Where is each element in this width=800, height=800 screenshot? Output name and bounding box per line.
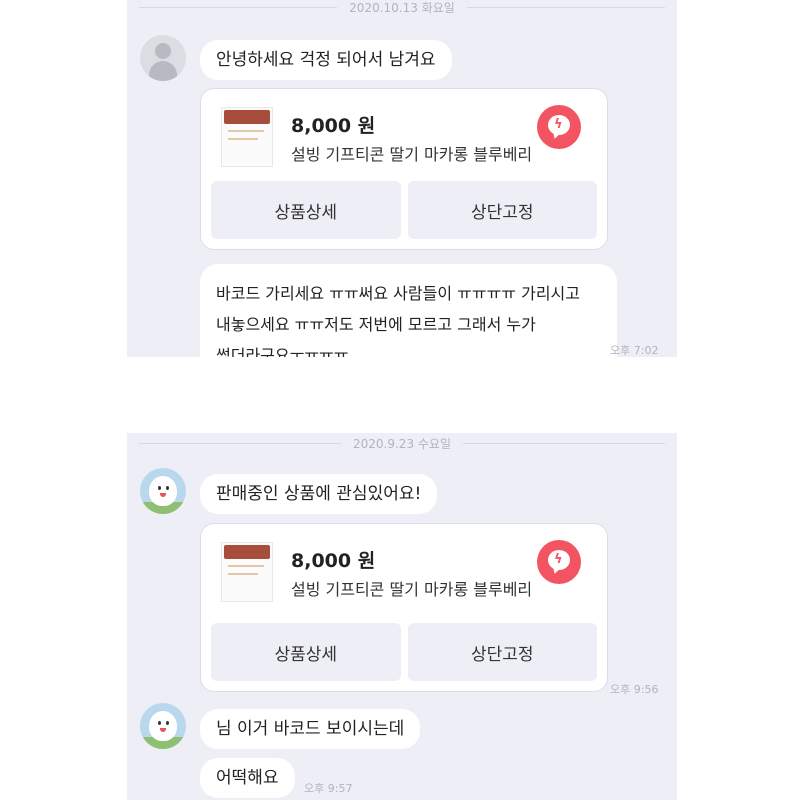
default-avatar-icon[interactable] <box>140 35 186 81</box>
product-thumbnail[interactable] <box>221 542 273 602</box>
date-label: 2020.9.23 수요일 <box>353 436 452 451</box>
character-avatar-icon[interactable] <box>140 703 186 749</box>
product-price: 8,000 원 <box>291 550 376 572</box>
message-bubble: 바코드 가리세요 ㅠㅠ써요 사람들이 ㅠㅠㅠㅠ 가리시고 내놓으세요 ㅠㅠ저도 … <box>200 264 617 357</box>
character-avatar-icon[interactable] <box>140 468 186 514</box>
product-card[interactable]: 8,000 원 설빙 기프티콘 딸기 마카롱 블루베리 ϟ 상품상세 상단고정 <box>200 88 608 250</box>
chat-lightning-icon[interactable]: ϟ <box>537 105 581 149</box>
chat-panel-1: 2020.10.13 화요일 안녕하세요 걱정 되어서 남겨요 8,000 원 … <box>127 0 677 357</box>
date-divider: 2020.10.13 화요일 <box>127 0 677 17</box>
pin-to-top-button[interactable]: 상단고정 <box>407 181 597 239</box>
message-time: 오후 7:02 <box>610 344 659 357</box>
date-divider: 2020.9.23 수요일 <box>127 433 677 453</box>
message-text: 판매중인 상품에 관심있어요! <box>216 484 422 504</box>
message-bubble: 안녕하세요 걱정 되어서 남겨요 <box>200 40 452 80</box>
chat-panel-2: 2020.9.23 수요일 판매중인 상품에 관심있어요! 8,000 원 설빙… <box>127 433 677 800</box>
message-bubble: 님 이거 바코드 보이시는데 <box>200 709 421 749</box>
message-text: 님 이거 바코드 보이시는데 <box>216 719 405 739</box>
pin-to-top-button[interactable]: 상단고정 <box>407 623 597 681</box>
chat-lightning-icon[interactable]: ϟ <box>537 540 581 584</box>
product-detail-button[interactable]: 상품상세 <box>211 181 401 239</box>
message-time: 오후 9:57 <box>304 782 353 795</box>
product-detail-button[interactable]: 상품상세 <box>211 623 401 681</box>
message-line: 바코드 가리세요 ㅠㅠ써요 사람들이 ㅠㅠㅠㅠ 가리시고 <box>216 284 580 303</box>
message-text: 어떡해요 <box>216 768 279 788</box>
date-label: 2020.10.13 화요일 <box>349 0 455 15</box>
message-bubble: 판매중인 상품에 관심있어요! <box>200 474 438 514</box>
product-card[interactable]: 8,000 원 설빙 기프티콘 딸기 마카롱 블루베리 ϟ 상품상세 상단고정 <box>200 523 608 692</box>
message-text: 안녕하세요 걱정 되어서 남겨요 <box>216 50 436 70</box>
product-name: 설빙 기프티콘 딸기 마카롱 블루베리 <box>291 580 533 599</box>
product-name: 설빙 기프티콘 딸기 마카롱 블루베리 <box>291 145 533 164</box>
product-price: 8,000 원 <box>291 115 376 137</box>
product-thumbnail[interactable] <box>221 107 273 167</box>
message-line: 내놓으세요 ㅠㅠ저도 저번에 모르고 그래서 누가 <box>216 315 536 334</box>
message-line: 썼더라구요ㅜㅠㅠㅠ <box>216 346 349 357</box>
message-time: 오후 9:56 <box>610 683 659 696</box>
message-bubble: 어떡해요 <box>200 758 295 798</box>
